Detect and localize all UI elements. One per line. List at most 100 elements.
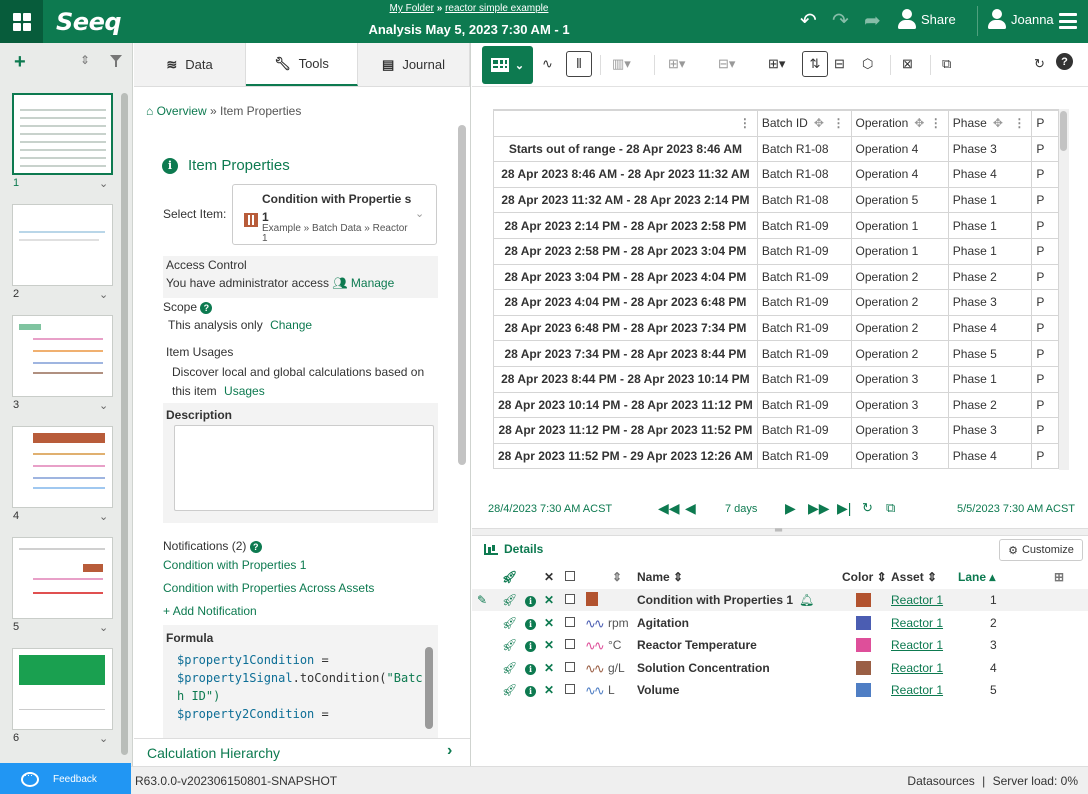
tab-tools[interactable]: 🔧︎ Tools: [246, 43, 358, 86]
asset-link[interactable]: Reactor 1: [891, 638, 943, 652]
customize-button[interactable]: ⚙︎ Customize: [999, 539, 1083, 561]
chevron-down-icon[interactable]: ⌄: [99, 177, 108, 190]
help-icon[interactable]: ?: [200, 301, 213, 314]
add-row-icon[interactable]: ⊟▾: [718, 56, 735, 72]
main-menu-icon[interactable]: [1059, 13, 1077, 29]
range-end[interactable]: 5/5/2023 7:30 AM ACST: [957, 503, 1075, 515]
asset-link[interactable]: Reactor 1: [891, 593, 943, 607]
notification-link[interactable]: Condition with Properties Across Assets: [163, 581, 374, 595]
move-icon[interactable]: ✥: [914, 116, 924, 130]
asset-link[interactable]: Reactor 1: [891, 661, 943, 675]
table-row[interactable]: 28 Apr 2023 2:14 PM - 28 Apr 2023 2:58 P…: [493, 212, 1059, 239]
help-icon[interactable]: ?: [1056, 53, 1073, 70]
remove-icon[interactable]: ✕: [544, 593, 554, 607]
item-checkbox[interactable]: [565, 593, 575, 607]
item-checkbox[interactable]: [565, 616, 575, 630]
table-row[interactable]: 28 Apr 2023 11:32 AM - 28 Apr 2023 2:14 …: [493, 186, 1059, 214]
remove-icon[interactable]: ✕: [544, 661, 554, 675]
table-row[interactable]: Starts out of range - 28 Apr 2023 8:46 A…: [493, 135, 1059, 163]
rocket-icon[interactable]: 🚀︎: [502, 683, 517, 697]
tab-data[interactable]: ≋ Data: [134, 43, 246, 86]
home-icon[interactable]: ⌂: [146, 104, 153, 118]
color-swatch[interactable]: [856, 593, 871, 610]
step-back-far-icon[interactable]: ◀◀: [658, 500, 680, 517]
undo-icon[interactable]: ↶: [800, 10, 817, 32]
table-row[interactable]: 28 Apr 2023 11:12 PM - 28 Apr 2023 11:52…: [493, 417, 1059, 444]
table-row[interactable]: 28 Apr 2023 6:48 PM - 28 Apr 2023 7:34 P…: [493, 314, 1059, 342]
column-menu-icon[interactable]: ⋮: [739, 116, 751, 130]
workbook-link[interactable]: reactor simple example: [445, 3, 548, 14]
condition-table-icon[interactable]: ⫴: [566, 51, 592, 77]
worksheet-thumbnail-6[interactable]: [12, 648, 113, 730]
refresh-icon[interactable]: ↻: [1034, 56, 1045, 72]
info-icon[interactable]: i: [525, 661, 536, 675]
notification-link[interactable]: Condition with Properties 1: [163, 558, 306, 572]
help-icon[interactable]: ?: [249, 540, 262, 553]
formula-editor[interactable]: $property1Condition = $property1Signal.t…: [177, 651, 423, 723]
chevron-down-icon[interactable]: ⌄: [99, 510, 108, 523]
share-button[interactable]: Share: [898, 9, 956, 29]
remove-icon[interactable]: ✕: [544, 683, 554, 697]
item-checkbox[interactable]: [565, 638, 575, 652]
change-scope-link[interactable]: Change: [270, 318, 312, 332]
color-swatch[interactable]: [856, 660, 871, 678]
rocket-icon[interactable]: 🚀︎: [502, 593, 517, 607]
bar-chart-icon[interactable]: ▥▾: [612, 56, 631, 72]
move-icon[interactable]: ✥: [993, 116, 1003, 130]
redo-icon[interactable]: ↷: [832, 10, 849, 32]
table-row[interactable]: 28 Apr 2023 8:44 PM - 28 Apr 2023 10:14 …: [493, 365, 1059, 393]
table-layout-icon[interactable]: ⊞▾: [768, 56, 785, 72]
skip-to-now-icon[interactable]: ▶|: [837, 500, 851, 517]
item-checkbox[interactable]: [565, 661, 575, 675]
table-row[interactable]: 28 Apr 2023 8:46 AM - 28 Apr 2023 11:32 …: [493, 161, 1059, 188]
chevron-down-icon[interactable]: ⌄: [99, 288, 108, 301]
range-duration[interactable]: 7 days: [725, 503, 757, 515]
lane-column-header[interactable]: Lane ▴: [958, 570, 995, 584]
asset-column-header[interactable]: Asset ⇕: [891, 570, 937, 584]
column-header[interactable]: P: [1031, 110, 1059, 137]
range-copy-icon[interactable]: ⧉: [886, 500, 895, 516]
range-start[interactable]: 28/4/2023 7:30 AM ACST: [488, 503, 612, 515]
manage-link[interactable]: 👥︎ Manage: [332, 276, 394, 290]
details-item-row[interactable]: ✎ 🚀︎ i ✕ Condition with Properties 1 🔔︎ Reacto…: [472, 589, 1088, 611]
item-checkbox[interactable]: [565, 683, 575, 697]
remove-icon[interactable]: ✕: [544, 616, 554, 630]
name-column-header[interactable]: Name ⇕: [637, 570, 683, 584]
usages-link[interactable]: Usages: [224, 384, 265, 398]
bell-icon[interactable]: 🔔︎: [799, 593, 814, 607]
move-icon[interactable]: ✥: [814, 116, 824, 130]
tools-scrollbar[interactable]: [458, 125, 466, 465]
details-item-row[interactable]: 🚀︎ i ✕ ∿∿ g/L Solution Concentration Reactor 1…: [472, 657, 1088, 679]
info-icon[interactable]: i: [525, 638, 536, 653]
user-menu-button[interactable]: Joanna: [988, 9, 1054, 29]
worksheets-scrollbar[interactable]: [121, 93, 128, 755]
table-row[interactable]: 28 Apr 2023 3:04 PM - 28 Apr 2023 4:04 P…: [493, 263, 1059, 291]
table-view-button[interactable]: ⌄: [482, 46, 533, 84]
folder-link[interactable]: My Folder: [390, 3, 434, 14]
overview-link[interactable]: Overview: [157, 104, 207, 118]
chevron-down-icon[interactable]: ⌄: [99, 732, 108, 745]
info-icon[interactable]: i: [525, 593, 536, 607]
filter-icon[interactable]: [110, 55, 122, 67]
calculation-hierarchy-bar[interactable]: Calculation Hierarchy ›: [134, 738, 470, 766]
column-header[interactable]: Phase ✥ ⋮: [947, 110, 1033, 137]
color-swatch[interactable]: [856, 638, 871, 655]
column-header[interactable]: Operation ✥ ⋮: [850, 110, 949, 137]
close-icon[interactable]: ✕: [544, 570, 554, 584]
collapse-icon[interactable]: ⊟: [834, 56, 845, 72]
add-worksheet-icon[interactable]: +: [14, 51, 26, 74]
add-notification-button[interactable]: + Add Notification: [163, 604, 257, 618]
chevron-down-icon[interactable]: ⌄: [99, 621, 108, 634]
color-column-header[interactable]: Color ⇕: [842, 570, 887, 584]
edit-icon[interactable]: ✎: [477, 593, 487, 607]
sort-vertical-icon[interactable]: ⇅: [802, 51, 828, 77]
rocket-icon[interactable]: 🚀︎: [502, 661, 517, 675]
worksheet-thumbnail-3[interactable]: [12, 315, 113, 397]
select-item-dropdown[interactable]: Condition with Propertie s 1 Example » B…: [232, 184, 437, 245]
capsule-column-header[interactable]: ⋮: [493, 110, 758, 137]
column-menu-icon[interactable]: ⋮: [833, 116, 845, 130]
remove-icon[interactable]: ✕: [544, 638, 554, 652]
step-forward-icon[interactable]: ▶: [785, 500, 796, 517]
column-menu-icon[interactable]: ⋮: [930, 116, 942, 130]
tab-journal[interactable]: ▤ Journal: [358, 43, 470, 86]
